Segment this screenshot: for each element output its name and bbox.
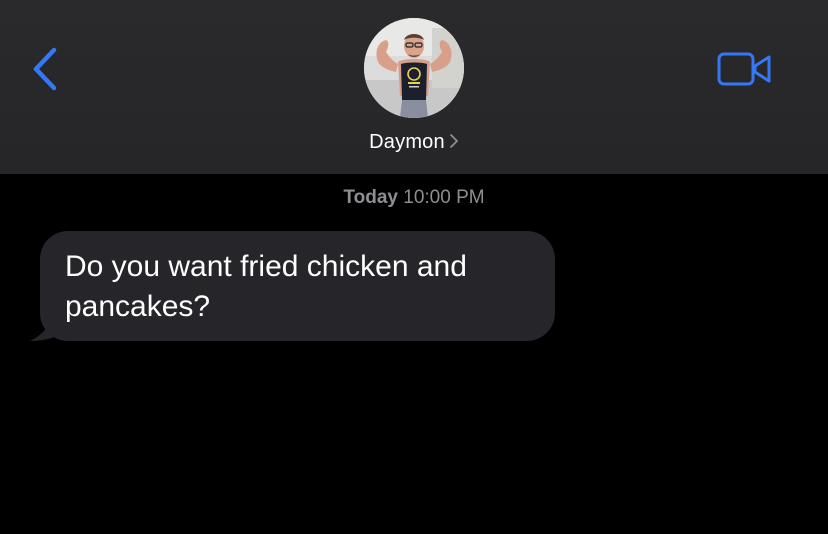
contact-name[interactable]: Daymon xyxy=(369,131,445,153)
messages-screen: Daymon Today 10:00 PM Do you want fried … xyxy=(0,0,828,534)
timestamp-time: 10:00 PM xyxy=(403,187,485,208)
video-camera-icon xyxy=(717,52,771,86)
message-bubble[interactable]: Do you want fried chicken and pancakes? xyxy=(40,231,555,341)
avatar-photo xyxy=(364,18,464,118)
message-timestamp: Today 10:00 PM xyxy=(0,187,828,209)
facetime-video-button[interactable] xyxy=(715,50,775,90)
message-text-line-2: pancakes? xyxy=(65,290,211,323)
conversation-header: Daymon xyxy=(0,0,828,174)
chevron-right-icon xyxy=(449,134,458,148)
message-text-line-1: Do you want fried chicken and xyxy=(65,250,467,283)
incoming-message[interactable]: Do you want fried chicken and pancakes? xyxy=(28,231,558,343)
contact-name-row[interactable]: Daymon xyxy=(0,129,828,155)
chevron-left-icon xyxy=(33,47,57,91)
timestamp-day: Today xyxy=(343,187,398,208)
contact-avatar[interactable] xyxy=(364,18,464,118)
back-button[interactable] xyxy=(26,44,66,96)
